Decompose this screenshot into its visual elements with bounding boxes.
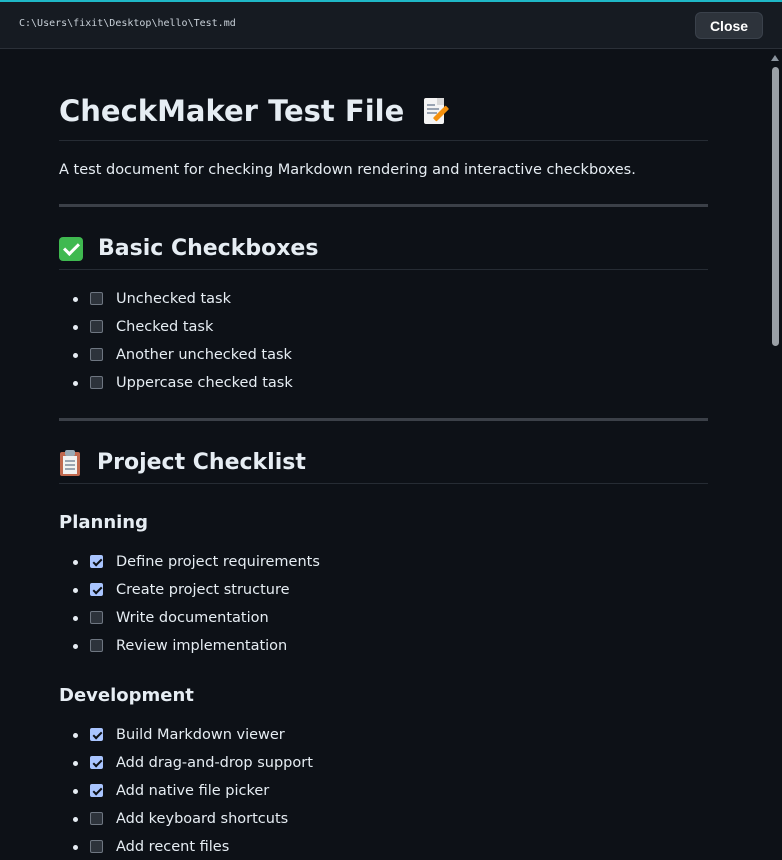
task-checkbox[interactable] (90, 784, 103, 797)
task-checkbox[interactable] (90, 812, 103, 825)
task-checkbox[interactable] (90, 348, 103, 361)
list-item: Add native file picker (59, 777, 708, 805)
list-item: Unchecked task (59, 285, 708, 313)
scroll-up-arrow-icon[interactable] (771, 55, 779, 61)
task-checkbox[interactable] (90, 292, 103, 305)
subheading-planning: Planning (59, 512, 149, 533)
list-item: Add drag-and-drop support (59, 749, 708, 777)
task-checkbox[interactable] (90, 840, 103, 853)
document-description: A test document for checking Markdown re… (59, 162, 636, 178)
subheading-development: Development (59, 685, 194, 706)
page-title: CheckMaker Test File (59, 93, 708, 129)
task-checkbox[interactable] (90, 728, 103, 741)
clipboard-icon (59, 450, 81, 476)
title-bar: C:\Users\fixit\Desktop\hello\Test.md Clo… (0, 2, 782, 49)
section-heading-basic: Basic Checkboxes (59, 234, 708, 264)
list-item: Create project structure (59, 576, 708, 604)
horizontal-rule (59, 204, 708, 207)
list-item: Write documentation (59, 604, 708, 632)
close-button[interactable]: Close (695, 12, 763, 39)
task-checkbox[interactable] (90, 320, 103, 333)
section-divider (59, 483, 708, 484)
list-item: Add keyboard shortcuts (59, 805, 708, 833)
section-heading-project: Project Checklist (59, 448, 708, 478)
file-path: C:\Users\fixit\Desktop\hello\Test.md (19, 18, 236, 29)
list-item: Another unchecked task (59, 341, 708, 369)
task-checkbox[interactable] (90, 756, 103, 769)
basic-checkbox-list: Unchecked task Checked task Another unch… (59, 285, 708, 397)
title-divider (59, 140, 708, 141)
markdown-viewer: CheckMaker Test File A test document for… (0, 49, 768, 860)
list-item: Uppercase checked task (59, 369, 708, 397)
list-item: Review implementation (59, 632, 708, 660)
vertical-scrollbar[interactable] (768, 49, 782, 860)
horizontal-rule (59, 418, 708, 421)
memo-icon (422, 96, 450, 126)
task-checkbox[interactable] (90, 639, 103, 652)
task-checkbox[interactable] (90, 555, 103, 568)
section-divider (59, 269, 708, 270)
list-item: Add recent files (59, 833, 708, 860)
planning-checkbox-list: Define project requirements Create proje… (59, 548, 708, 660)
development-checkbox-list: Build Markdown viewer Add drag-and-drop … (59, 721, 708, 860)
task-checkbox[interactable] (90, 583, 103, 596)
list-item: Build Markdown viewer (59, 721, 708, 749)
page-title-text: CheckMaker Test File (59, 94, 405, 128)
check-mark-button-icon (59, 237, 83, 261)
list-item: Define project requirements (59, 548, 708, 576)
list-item: Checked task (59, 313, 708, 341)
task-checkbox[interactable] (90, 376, 103, 389)
scrollbar-thumb[interactable] (772, 67, 779, 346)
task-checkbox[interactable] (90, 611, 103, 624)
